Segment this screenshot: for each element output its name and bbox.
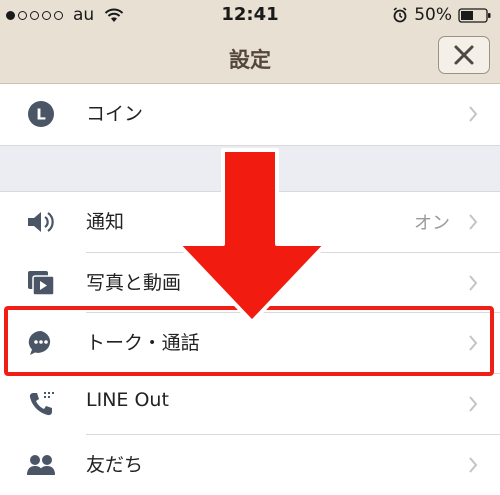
speaker-icon	[26, 207, 56, 237]
close-icon	[454, 45, 474, 65]
settings-row-line-out[interactable]: LINE Out	[0, 374, 500, 434]
notification-status-value: オン	[414, 213, 450, 234]
phone-icon	[26, 389, 56, 419]
down-arrow-icon	[176, 148, 328, 324]
chevron-right-icon	[469, 275, 478, 291]
chevron-right-icon	[469, 396, 478, 412]
chevron-right-icon	[469, 106, 478, 122]
chevron-right-icon	[469, 457, 478, 473]
settings-row-label: 通知	[86, 211, 125, 233]
settings-row-coin[interactable]: L コイン	[0, 84, 500, 144]
friends-icon	[26, 450, 56, 480]
page-title: 設定	[229, 48, 271, 72]
svg-text:L: L	[36, 106, 46, 124]
settings-row-label: 友だち	[86, 454, 144, 476]
battery-percent: 50%	[414, 5, 452, 25]
close-button[interactable]	[438, 36, 490, 74]
settings-row-label: LINE Out	[86, 389, 169, 411]
photo-video-icon	[26, 268, 56, 298]
navigation-bar: 設定	[0, 30, 500, 84]
settings-row-label: コイン	[86, 103, 144, 125]
status-right: 50%	[392, 5, 492, 25]
settings-row-friends[interactable]: 友だち	[0, 435, 500, 495]
status-bar: au 12:41 50%	[0, 0, 500, 30]
alarm-icon	[393, 7, 407, 23]
coin-icon: L	[26, 99, 56, 129]
settings-row-label: 写真と動画	[86, 272, 182, 294]
battery-icon	[458, 7, 491, 23]
chevron-right-icon	[469, 214, 478, 230]
